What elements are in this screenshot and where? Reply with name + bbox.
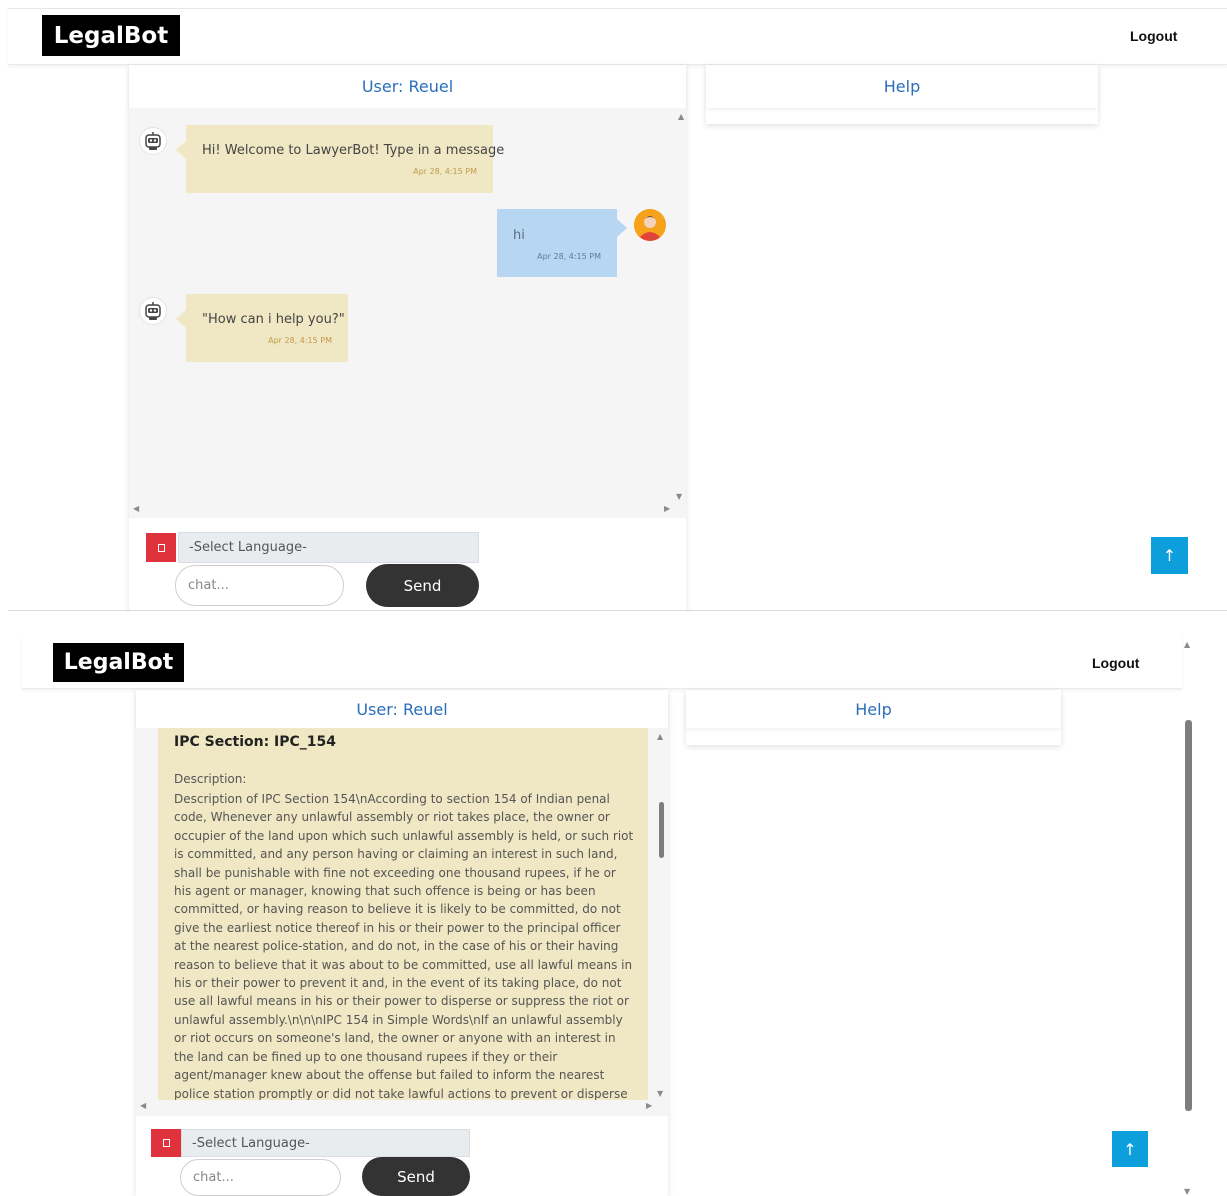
robot-avatar-icon [139,297,167,325]
logout-link[interactable]: Logout [1130,28,1177,44]
language-select[interactable]: -Select Language- [178,532,479,563]
scroll-down-arrow-icon[interactable]: ▼ [676,493,682,501]
chat-messages-area[interactable]: IPC Section: IPC_154 Description: Descri… [136,728,668,1116]
navbar: LegalBot Logout [8,9,1227,65]
brand-logo[interactable]: LegalBot [42,15,180,56]
chat-input[interactable] [180,1159,341,1196]
chat-panel-header: User: Reuel [129,65,686,108]
message-time: Apr 28, 4:15 PM [268,336,332,345]
brand-logo[interactable]: LegalBot [53,643,184,682]
scroll-to-top-button[interactable]: ↑ [1151,537,1188,574]
user-message-bubble: hi Apr 28, 4:15 PM [497,209,627,277]
scroll-right-arrow-icon[interactable]: ▶ [664,505,670,513]
scroll-left-arrow-icon[interactable]: ◀ [133,505,139,513]
navbar: LegalBot Logout [22,632,1182,689]
chat-scrollbar-thumb[interactable] [659,802,664,858]
scroll-up-arrow-icon[interactable]: ▲ [657,733,663,741]
chat-panel-header: User: Reuel [136,690,668,728]
help-panel-header[interactable]: Help [686,690,1061,728]
scroll-up-arrow-icon[interactable]: ▲ [678,113,684,121]
page-scroll-down-arrow-icon[interactable]: ▼ [1184,1188,1190,1196]
user-avatar-icon [634,209,666,241]
logout-link[interactable]: Logout [1092,655,1139,671]
bot-message-bubble: Hi! Welcome to LawyerBot! Type in a mess… [176,125,504,193]
scroll-down-arrow-icon[interactable]: ▼ [657,1090,663,1098]
chat-panel: User: Reuel IPC Section: IPC_154 Descrip… [136,690,668,1196]
description-label: Description: [174,772,247,786]
page-scrollbar-thumb[interactable] [1185,720,1192,1111]
send-button[interactable]: Send [362,1157,470,1196]
screenshot-chat-ipc: LegalBot Logout ▲ ▼ User: Reuel IPC Sect… [0,612,1227,1196]
description-text: Description of IPC Section 154\nAccordin… [174,792,634,1100]
scroll-left-arrow-icon[interactable]: ◀ [140,1102,146,1110]
language-select[interactable]: -Select Language- [181,1129,470,1157]
screenshot-divider [8,610,1227,611]
help-panel-header[interactable]: Help [706,65,1098,108]
robot-avatar-icon [139,127,167,155]
ipc-result-bubble: IPC Section: IPC_154 Description: Descri… [158,728,648,1100]
help-panel: Help [706,65,1098,124]
scroll-right-arrow-icon[interactable]: ▶ [646,1102,652,1110]
message-text: hi [513,228,525,243]
message-text: "How can i help you?" [202,312,345,327]
ipc-section-title: IPC Section: IPC_154 [174,734,337,750]
chat-input[interactable] [175,565,344,606]
bot-message-bubble: "How can i help you?" Apr 28, 4:15 PM [176,294,348,362]
language-flag-icon[interactable] [151,1129,181,1157]
chat-panel: User: Reuel Hi! Welcome to LawyerBot! Ty… [129,65,686,612]
chat-messages-area[interactable]: Hi! Welcome to LawyerBot! Type in a mess… [129,108,686,518]
message-time: Apr 28, 4:15 PM [413,167,477,176]
message-time: Apr 28, 4:15 PM [537,252,601,261]
scroll-to-top-button[interactable]: ↑ [1112,1131,1148,1167]
message-text: Hi! Welcome to LawyerBot! Type in a mess… [202,143,505,158]
help-panel: Help [686,690,1061,745]
language-flag-icon[interactable] [146,533,176,562]
screenshot-chat-greeting: LegalBot Logout User: Reuel Hi! Welcome … [0,0,1227,612]
send-button[interactable]: Send [366,564,479,607]
page-scroll-up-arrow-icon[interactable]: ▲ [1184,641,1190,649]
